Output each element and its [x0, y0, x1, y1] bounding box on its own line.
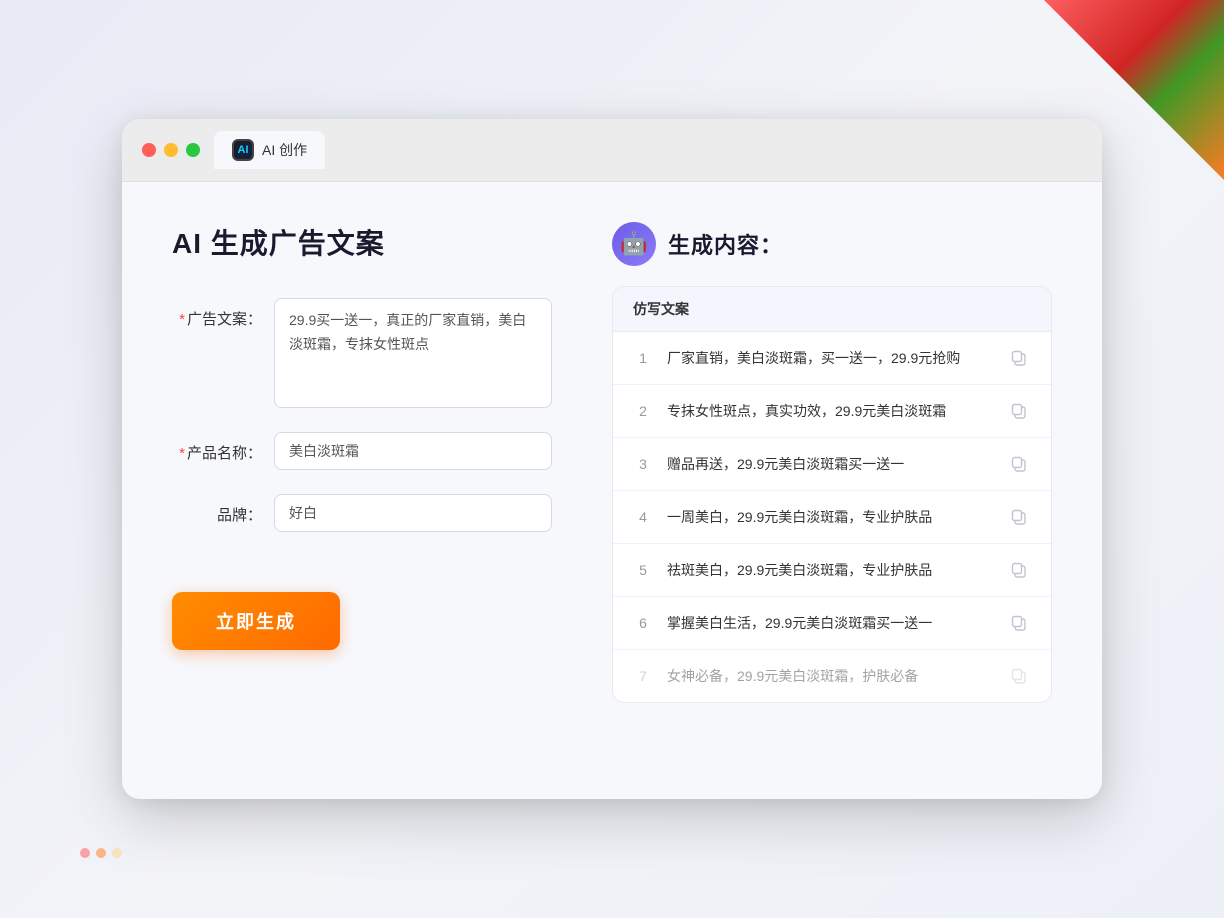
result-row: 2 专抹女性斑点，真实功效，29.9元美白淡斑霜: [613, 385, 1051, 438]
robot-icon: [612, 222, 656, 266]
product-name-row: *产品名称：: [172, 432, 552, 470]
copy-icon[interactable]: [1007, 505, 1031, 529]
bg-dot-1: [80, 848, 90, 858]
copy-icon[interactable]: [1007, 558, 1031, 582]
row-text: 赠品再送，29.9元美白淡斑霜买一送一: [667, 454, 993, 475]
table-header: 仿写文案: [613, 287, 1051, 332]
row-text: 掌握美白生活，29.9元美白淡斑霜买一送一: [667, 613, 993, 634]
brand-input[interactable]: [274, 494, 552, 532]
copy-icon[interactable]: [1007, 611, 1031, 635]
minimize-button[interactable]: [164, 143, 178, 157]
generate-button[interactable]: 立即生成: [172, 592, 340, 650]
row-text: 女神必备，29.9元美白淡斑霜，护肤必备: [667, 666, 993, 687]
row-number: 2: [633, 403, 653, 419]
row-number: 5: [633, 562, 653, 578]
bg-dot-2: [96, 848, 106, 858]
brand-label: 品牌：: [172, 494, 262, 525]
row-number: 7: [633, 668, 653, 684]
result-row: 3 赠品再送，29.9元美白淡斑霜买一送一: [613, 438, 1051, 491]
right-panel: 生成内容： 仿写文案 1 厂家直销，美白淡斑霜，买一送一，29.9元抢购 2 专…: [612, 222, 1052, 742]
row-number: 4: [633, 509, 653, 525]
row-text: 祛斑美白，29.9元美白淡斑霜，专业护肤品: [667, 560, 993, 581]
result-row: 7 女神必备，29.9元美白淡斑霜，护肤必备: [613, 650, 1051, 702]
result-title: 生成内容：: [668, 228, 783, 260]
browser-window: AI AI 创作 AI 生成广告文案 *广告文案： 29.9买一送一，真正的厂家…: [122, 119, 1102, 799]
bg-decoration-bl: [80, 848, 122, 858]
tab-label: AI 创作: [262, 140, 307, 160]
result-row: 6 掌握美白生活，29.9元美白淡斑霜买一送一: [613, 597, 1051, 650]
maximize-button[interactable]: [186, 143, 200, 157]
result-header: 生成内容：: [612, 222, 1052, 266]
main-content: AI 生成广告文案 *广告文案： 29.9买一送一，真正的厂家直销，美白淡斑霜，…: [122, 182, 1102, 782]
left-panel: AI 生成广告文案 *广告文案： 29.9买一送一，真正的厂家直销，美白淡斑霜，…: [172, 222, 552, 742]
result-table: 仿写文案 1 厂家直销，美白淡斑霜，买一送一，29.9元抢购 2 专抹女性斑点，…: [612, 286, 1052, 703]
result-row: 4 一周美白，29.9元美白淡斑霜，专业护肤品: [613, 491, 1051, 544]
required-star-ad: *: [179, 311, 185, 328]
row-number: 6: [633, 615, 653, 631]
result-rows-container: 1 厂家直销，美白淡斑霜，买一送一，29.9元抢购 2 专抹女性斑点，真实功效，…: [613, 332, 1051, 702]
result-row: 5 祛斑美白，29.9元美白淡斑霜，专业护肤品: [613, 544, 1051, 597]
close-button[interactable]: [142, 143, 156, 157]
ad-copy-input[interactable]: 29.9买一送一，真正的厂家直销，美白淡斑霜，专抹女性斑点: [274, 298, 552, 408]
product-name-label: *产品名称：: [172, 432, 262, 463]
page-title: AI 生成广告文案: [172, 222, 552, 262]
row-number: 1: [633, 350, 653, 366]
title-bar: AI AI 创作: [122, 119, 1102, 182]
tab-icon: AI: [232, 139, 254, 161]
result-row: 1 厂家直销，美白淡斑霜，买一送一，29.9元抢购: [613, 332, 1051, 385]
row-number: 3: [633, 456, 653, 472]
brand-row: 品牌：: [172, 494, 552, 532]
row-text: 一周美白，29.9元美白淡斑霜，专业护肤品: [667, 507, 993, 528]
copy-icon[interactable]: [1007, 664, 1031, 688]
row-text: 厂家直销，美白淡斑霜，买一送一，29.9元抢购: [667, 348, 993, 369]
product-name-input[interactable]: [274, 432, 552, 470]
required-star-product: *: [179, 445, 185, 462]
ad-copy-row: *广告文案： 29.9买一送一，真正的厂家直销，美白淡斑霜，专抹女性斑点: [172, 298, 552, 408]
ai-tab[interactable]: AI AI 创作: [214, 131, 325, 169]
row-text: 专抹女性斑点，真实功效，29.9元美白淡斑霜: [667, 401, 993, 422]
copy-icon[interactable]: [1007, 399, 1031, 423]
ad-copy-label: *广告文案：: [172, 298, 262, 329]
window-controls: [142, 143, 200, 157]
bg-dot-3: [112, 848, 122, 858]
copy-icon[interactable]: [1007, 346, 1031, 370]
copy-icon[interactable]: [1007, 452, 1031, 476]
